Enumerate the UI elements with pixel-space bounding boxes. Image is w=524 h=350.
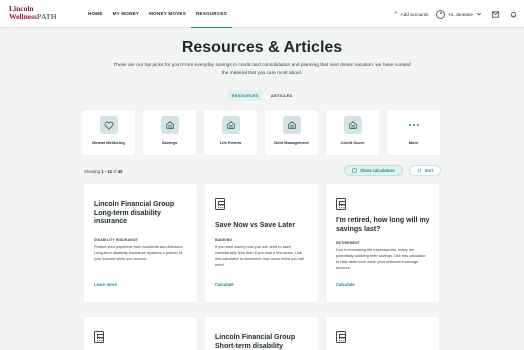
- page-subtitle: These are our top picks for you! From ev…: [113, 63, 411, 76]
- messages-icon[interactable]: [490, 9, 500, 19]
- top-navigation: Lincoln WellnessPATH HOME MY MONEY MONEY…: [0, 0, 524, 28]
- plus-icon: +: [394, 11, 398, 17]
- category-debt-management[interactable]: Debt Management: [265, 110, 318, 155]
- category-label: Debt Management: [274, 140, 309, 145]
- calculator-icon: [336, 331, 346, 343]
- resource-card[interactable]: Lincoln Financial Group Short-term disab…: [205, 317, 318, 350]
- home-icon: [343, 116, 362, 134]
- category-label: More: [408, 140, 419, 145]
- resource-card[interactable]: Save Now vs Save Later BANKING If you st…: [205, 184, 318, 302]
- nav-right: + Add accounts Hi, Janeane: [394, 0, 518, 28]
- category-label: Mental Wellbeing: [92, 140, 125, 145]
- main-nav: HOME MY MONEY MONEY MOVES RESOURCES: [83, 0, 232, 28]
- card-title: Lincoln Financial Group Long-term disabi…: [94, 201, 175, 225]
- content-tabs: RESOURCES ARTICLES: [0, 90, 524, 101]
- nav-home[interactable]: HOME: [83, 0, 108, 28]
- show-calculators-label: Show calculators: [360, 168, 395, 173]
- calculator-icon: [94, 331, 104, 343]
- card-description: Protect your paycheck from accidents and…: [94, 244, 184, 261]
- home-icon: [160, 116, 179, 134]
- results-count: Showing 1 - 12 of 45: [84, 169, 123, 174]
- home-icon: [282, 116, 301, 134]
- page-title: Resources & Articles: [181, 39, 343, 56]
- calculator-icon: [215, 198, 225, 210]
- card-description: If you start saving now you will need to…: [215, 244, 304, 267]
- heart-icon: [99, 116, 118, 134]
- resource-card[interactable]: I'm retired, how long will my savings la…: [326, 184, 439, 302]
- nav-resources[interactable]: RESOURCES: [190, 0, 232, 28]
- calculate-link[interactable]: Calculate: [336, 282, 355, 287]
- sort-label: Sort: [424, 168, 433, 173]
- resource-card[interactable]: Lincoln Financial Group Long-term disabi…: [84, 184, 197, 302]
- category-more[interactable]: More: [387, 110, 440, 155]
- card-category: DISABILITY INSURANCE: [94, 238, 138, 242]
- add-accounts-label: Add accounts: [400, 11, 429, 17]
- category-credit-score[interactable]: Credit Score: [326, 110, 379, 155]
- nav-my-money[interactable]: MY MONEY: [108, 0, 145, 28]
- bell-icon[interactable]: [508, 9, 518, 19]
- category-savings[interactable]: Savings: [143, 110, 196, 155]
- add-accounts-button[interactable]: + Add accounts: [394, 11, 428, 17]
- show-calculators-toggle[interactable]: Show calculators: [344, 165, 403, 176]
- card-title: Save Now vs Save Later: [215, 222, 296, 229]
- more-dots-icon: [405, 116, 423, 134]
- category-tiles: Mental Wellbeing Savings Life Events Deb…: [82, 110, 442, 155]
- user-greeting: Hi, Janeane: [448, 11, 473, 17]
- category-label: Credit Score: [340, 140, 365, 145]
- calculator-icon: [336, 198, 346, 210]
- card-description: Due to increasing life expectancies, man…: [336, 247, 426, 270]
- home-icon: [221, 116, 240, 134]
- card-category: RETIREMENT: [336, 241, 361, 245]
- tab-articles[interactable]: ARTICLES: [267, 90, 297, 101]
- category-life-events[interactable]: Life Events: [204, 110, 257, 155]
- category-label: Savings: [161, 140, 178, 145]
- user-menu[interactable]: Hi, Janeane: [436, 9, 482, 19]
- resource-card[interactable]: [326, 317, 439, 350]
- brand-line2: WellnessPATH: [9, 12, 57, 21]
- resource-card[interactable]: [84, 317, 197, 350]
- category-label: Life Events: [219, 140, 242, 145]
- brand-logo[interactable]: Lincoln WellnessPATH: [9, 5, 57, 21]
- tab-resources[interactable]: RESOURCES: [227, 90, 263, 101]
- sort-button[interactable]: Sort: [408, 165, 441, 176]
- card-title: I'm retired, how long will my savings la…: [336, 217, 430, 233]
- card-category: BANKING: [215, 238, 233, 242]
- calculate-link[interactable]: Calculate: [215, 282, 234, 287]
- chevron-down-icon: [476, 12, 482, 16]
- nav-money-moves[interactable]: MONEY MOVES: [144, 0, 191, 28]
- avatar-icon: [436, 9, 446, 19]
- checkbox-icon: [352, 168, 357, 173]
- results-controls: Show calculators Sort: [344, 165, 441, 176]
- card-title: Lincoln Financial Group Short-term disab…: [215, 334, 296, 350]
- sort-icon: [417, 168, 422, 173]
- learn-more-link[interactable]: Learn more: [94, 282, 117, 287]
- category-mental-wellbeing[interactable]: Mental Wellbeing: [82, 110, 135, 155]
